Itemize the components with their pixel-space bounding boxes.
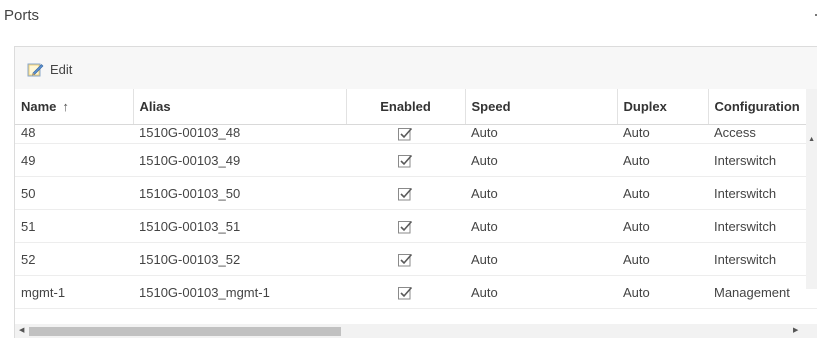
ports-panel: Edit Name ↑ Alias Enabled Speed Duplex Co… bbox=[14, 46, 817, 338]
cell-enabled bbox=[346, 176, 465, 210]
cell-name: 50 bbox=[15, 176, 133, 210]
table-row[interactable]: 52 1510G-00103_52 Auto Auto Interswitch bbox=[15, 242, 817, 276]
table-row[interactable]: 48 1510G-00103_48 Auto Auto Access bbox=[15, 124, 817, 144]
cell-configuration: Interswitch bbox=[708, 143, 817, 177]
horizontal-scroll-thumb[interactable] bbox=[29, 327, 341, 336]
cell-alias: 1510G-00103_mgmt-1 bbox=[133, 275, 346, 309]
table-row[interactable]: 49 1510G-00103_49 Auto Auto Interswitch bbox=[15, 143, 817, 177]
enabled-checkbox-icon bbox=[398, 125, 413, 141]
table-row[interactable]: 50 1510G-00103_50 Auto Auto Interswitch bbox=[15, 176, 817, 210]
enabled-checkbox-icon bbox=[398, 284, 413, 300]
edit-label: Edit bbox=[50, 61, 73, 77]
cell-enabled bbox=[346, 242, 465, 276]
cell-duplex: Auto bbox=[617, 275, 708, 309]
cell-duplex: Auto bbox=[617, 143, 708, 177]
column-header-alias[interactable]: Alias bbox=[133, 89, 347, 125]
header-row: Name ↑ Alias Enabled Speed Duplex Configu… bbox=[15, 89, 817, 125]
ports-grid: Name ↑ Alias Enabled Speed Duplex Configu… bbox=[15, 89, 817, 338]
cell-duplex: Auto bbox=[617, 176, 708, 210]
table-row[interactable]: mgmt-1 1510G-00103_mgmt-1 Auto Auto Manageme… bbox=[15, 275, 817, 309]
cell-speed: Auto bbox=[465, 242, 617, 276]
cell-enabled bbox=[346, 124, 465, 144]
column-header-enabled[interactable]: Enabled bbox=[346, 89, 466, 125]
column-header-configuration[interactable]: Configuration bbox=[708, 89, 817, 125]
scroll-left-arrow-icon[interactable]: ◀ bbox=[19, 327, 24, 334]
cell-configuration: Access bbox=[708, 124, 817, 144]
cell-duplex: Auto bbox=[617, 242, 708, 276]
cell-name: 49 bbox=[15, 143, 133, 177]
edit-icon bbox=[27, 61, 44, 78]
cell-enabled bbox=[346, 143, 465, 177]
table-row[interactable]: 51 1510G-00103_51 Auto Auto Interswitch bbox=[15, 209, 817, 243]
cell-speed: Auto bbox=[465, 143, 617, 177]
cell-duplex: Auto bbox=[617, 124, 708, 144]
cell-speed: Auto bbox=[465, 176, 617, 210]
cell-duplex: Auto bbox=[617, 209, 708, 243]
column-header-enabled-label: Enabled bbox=[380, 99, 431, 114]
sort-ascending-icon: ↑ bbox=[62, 99, 69, 114]
cell-speed: Auto bbox=[465, 275, 617, 309]
cell-alias: 1510G-00103_51 bbox=[133, 209, 346, 243]
cell-enabled bbox=[346, 209, 465, 243]
cell-configuration: Interswitch bbox=[708, 209, 817, 243]
column-header-name[interactable]: Name ↑ bbox=[15, 89, 134, 125]
cell-name: 48 bbox=[15, 124, 133, 144]
enabled-checkbox-icon bbox=[398, 152, 413, 168]
scroll-right-arrow-icon[interactable]: ▶ bbox=[793, 327, 798, 334]
cell-name: 51 bbox=[15, 209, 133, 243]
page-title: Ports bbox=[4, 7, 40, 24]
cell-alias: 1510G-00103_49 bbox=[133, 143, 346, 177]
column-header-configuration-label: Configuration bbox=[714, 99, 800, 114]
enabled-checkbox-icon bbox=[398, 218, 413, 234]
scroll-up-arrow-icon[interactable]: ▲ bbox=[808, 136, 815, 143]
cell-configuration: Interswitch bbox=[708, 176, 817, 210]
column-header-speed[interactable]: Speed bbox=[465, 89, 618, 125]
horizontal-scrollbar[interactable]: ◀ ▶ bbox=[15, 324, 817, 338]
cell-configuration: Management bbox=[708, 275, 817, 309]
cell-speed: Auto bbox=[465, 209, 617, 243]
edit-button[interactable]: Edit bbox=[27, 60, 72, 78]
cell-speed: Auto bbox=[465, 124, 617, 144]
enabled-checkbox-icon bbox=[398, 251, 413, 267]
toolbar: Edit bbox=[15, 47, 817, 89]
vertical-scrollbar[interactable]: ▲ bbox=[806, 89, 817, 338]
cell-configuration: Interswitch bbox=[708, 242, 817, 276]
enabled-checkbox-icon bbox=[398, 185, 413, 201]
cell-name: mgmt-1 bbox=[15, 275, 133, 309]
cell-alias: 1510G-00103_52 bbox=[133, 242, 346, 276]
cell-enabled bbox=[346, 275, 465, 309]
column-header-alias-label: Alias bbox=[139, 99, 171, 114]
cell-alias: 1510G-00103_48 bbox=[133, 124, 346, 144]
cell-alias: 1510G-00103_50 bbox=[133, 176, 346, 210]
column-header-name-label: Name bbox=[21, 99, 57, 114]
column-header-duplex[interactable]: Duplex bbox=[617, 89, 709, 125]
column-header-duplex-label: Duplex bbox=[623, 99, 667, 114]
cell-name: 52 bbox=[15, 242, 133, 276]
ports-table: Name ↑ Alias Enabled Speed Duplex Configu… bbox=[15, 89, 817, 309]
column-header-speed-label: Speed bbox=[471, 99, 511, 114]
